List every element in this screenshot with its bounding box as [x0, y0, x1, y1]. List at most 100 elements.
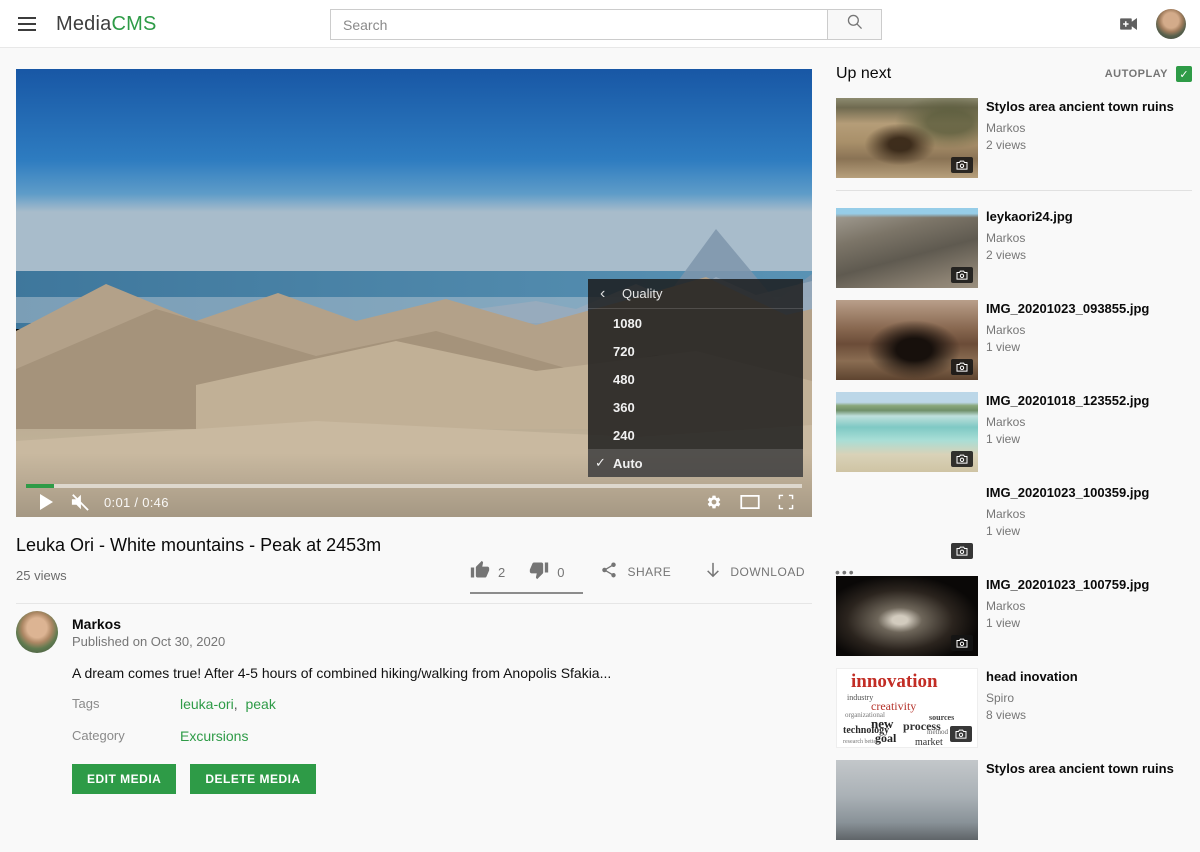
list-item[interactable]: IMG_20201023_100359.jpg Markos 1 view — [836, 484, 1192, 564]
menu-icon[interactable] — [18, 17, 36, 31]
item-views: 1 view — [986, 524, 1149, 538]
check-icon: ✓ — [595, 455, 611, 471]
thumbnail[interactable] — [836, 760, 978, 840]
upload-media-icon[interactable] — [1118, 14, 1140, 34]
download-button[interactable]: DOWNLOAD — [705, 561, 805, 584]
quality-option-1080[interactable]: 1080 — [588, 309, 803, 337]
thumbnail[interactable] — [836, 98, 978, 178]
action-bar: 2 0 SHARE DOWNLOAD ••• — [470, 558, 856, 586]
wordcloud-word: market — [915, 737, 943, 748]
delete-media-button[interactable]: DELETE MEDIA — [190, 764, 315, 794]
page-title: Leuka Ori - White mountains - Peak at 24… — [16, 535, 656, 556]
quality-option-720[interactable]: 720 — [588, 337, 803, 365]
sidebar-divider — [836, 190, 1192, 191]
dislike-button[interactable]: 0 — [529, 560, 564, 585]
category-link[interactable]: Excursions — [180, 728, 248, 744]
user-avatar[interactable] — [1156, 9, 1186, 39]
quality-option-240[interactable]: 240 — [588, 421, 803, 449]
list-item[interactable]: Stylos area ancient town ruins — [836, 760, 1192, 840]
tag-link-leuka-ori[interactable]: leuka-ori — [180, 696, 234, 712]
camera-icon — [951, 451, 973, 467]
item-views: 1 view — [986, 432, 1149, 446]
dislike-count: 0 — [557, 565, 564, 580]
thumbnail[interactable] — [836, 484, 978, 564]
camera-icon — [951, 635, 973, 651]
quality-menu-back[interactable]: ‹ Quality — [588, 279, 803, 309]
check-icon: ✓ — [1179, 68, 1188, 81]
author-name[interactable]: Markos — [72, 616, 121, 632]
autoplay-label: AUTOPLAY — [1105, 68, 1168, 80]
wordcloud-word: innovation — [851, 671, 938, 693]
brand-logo[interactable]: MediaCMS — [56, 13, 157, 36]
thumbs-down-icon — [529, 560, 549, 585]
tag-link-peak[interactable]: peak — [245, 696, 275, 712]
tags-label: Tags — [72, 696, 99, 711]
item-title[interactable]: Stylos area ancient town ruins — [986, 761, 1174, 777]
author-avatar[interactable] — [16, 611, 58, 653]
fullscreen-icon[interactable] — [776, 492, 796, 512]
item-views: 2 views — [986, 248, 1073, 262]
list-item[interactable]: Stylos area ancient town ruins Markos 2 … — [836, 98, 1192, 178]
item-author: Markos — [986, 415, 1149, 429]
video-player[interactable]: 0:01 / 0:46 ‹ Quality 1080 720 480 360 2… — [16, 69, 812, 517]
like-button[interactable]: 2 — [470, 560, 505, 585]
edit-media-button[interactable]: EDIT MEDIA — [72, 764, 176, 794]
list-item[interactable]: IMG_20201023_100759.jpg Markos 1 view — [836, 576, 1192, 656]
play-icon[interactable] — [36, 492, 56, 512]
quality-option-360[interactable]: 360 — [588, 393, 803, 421]
thumbnail[interactable] — [836, 576, 978, 656]
thumbnail[interactable]: innovation industry creativity organizat… — [836, 668, 978, 748]
volume-muted-icon[interactable] — [70, 492, 90, 512]
camera-icon — [951, 543, 973, 559]
item-views: 8 views — [986, 708, 1078, 722]
view-count: 25 views — [16, 568, 67, 583]
thumbnail[interactable] — [836, 392, 978, 472]
top-bar: MediaCMS — [0, 0, 1200, 48]
search-button[interactable] — [827, 9, 882, 40]
list-item[interactable]: IMG_20201023_093855.jpg Markos 1 view — [836, 300, 1192, 380]
item-title[interactable]: IMG_20201023_100759.jpg — [986, 577, 1149, 593]
autoplay-checkbox[interactable]: ✓ — [1176, 66, 1192, 82]
category-label: Category — [72, 728, 125, 743]
published-date: Published on Oct 30, 2020 — [72, 634, 225, 649]
share-icon — [600, 561, 618, 584]
thumbnail[interactable] — [836, 208, 978, 288]
quality-menu: ‹ Quality 1080 720 480 360 240 ✓ Auto — [588, 279, 803, 477]
control-bar: 0:01 / 0:46 — [16, 488, 812, 517]
thumbs-up-icon — [470, 560, 490, 585]
camera-icon — [951, 157, 973, 173]
camera-icon — [951, 359, 973, 375]
share-button[interactable]: SHARE — [600, 561, 671, 584]
item-author: Markos — [986, 231, 1073, 245]
item-views: 1 view — [986, 340, 1149, 354]
theater-mode-icon[interactable] — [740, 492, 760, 512]
thumbnail[interactable] — [836, 300, 978, 380]
quality-option-480[interactable]: 480 — [588, 365, 803, 393]
item-title[interactable]: head inovation — [986, 669, 1078, 685]
item-title[interactable]: leykaori24.jpg — [986, 209, 1073, 225]
section-divider — [16, 603, 812, 604]
item-title[interactable]: IMG_20201018_123552.jpg — [986, 393, 1149, 409]
camera-icon — [950, 726, 972, 742]
item-views: 2 views — [986, 138, 1174, 152]
item-title[interactable]: IMG_20201023_100359.jpg — [986, 485, 1149, 501]
brand-cms: CMS — [111, 13, 156, 35]
item-author: Markos — [986, 507, 1149, 521]
item-views: 1 view — [986, 616, 1149, 630]
chevron-left-icon: ‹ — [600, 285, 622, 303]
list-item[interactable]: leykaori24.jpg Markos 2 views — [836, 208, 1192, 288]
quality-option-auto[interactable]: ✓ Auto — [588, 449, 803, 477]
wordcloud-word: industry — [847, 693, 873, 702]
list-item[interactable]: IMG_20201018_123552.jpg Markos 1 view — [836, 392, 1192, 472]
search-input[interactable] — [330, 9, 827, 40]
item-title[interactable]: IMG_20201023_093855.jpg — [986, 301, 1149, 317]
tags-list: leuka-ori, peak — [180, 696, 276, 712]
settings-gear-icon[interactable] — [704, 492, 724, 512]
brand-media: Media — [56, 13, 111, 35]
item-author: Spiro — [986, 691, 1078, 705]
quality-menu-title: Quality — [622, 286, 662, 301]
download-icon — [705, 561, 721, 584]
item-title[interactable]: Stylos area ancient town ruins — [986, 99, 1174, 115]
wordcloud-word: goal — [875, 731, 896, 746]
list-item[interactable]: innovation industry creativity organizat… — [836, 668, 1192, 748]
